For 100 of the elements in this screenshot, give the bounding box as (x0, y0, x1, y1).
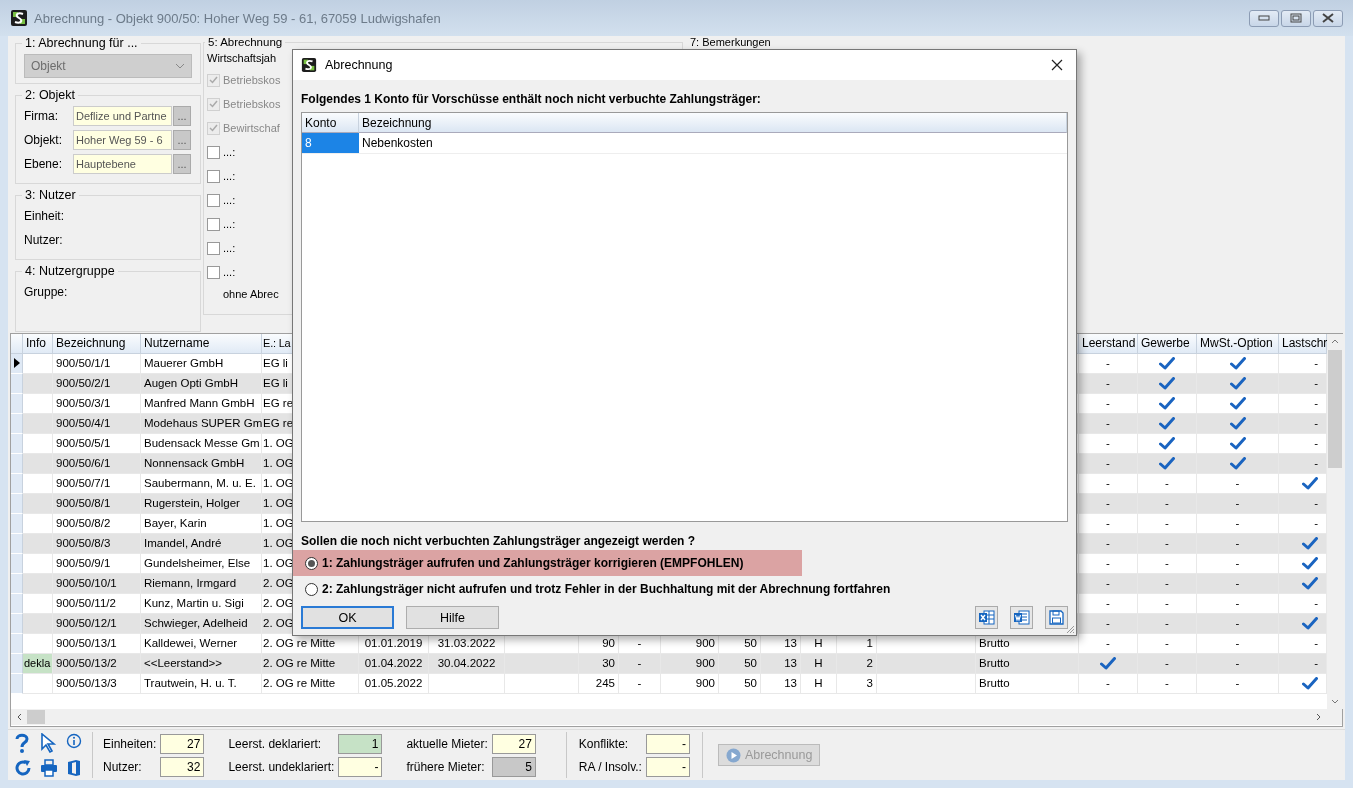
column-header[interactable]: Konto (302, 113, 359, 133)
field-label: Gruppe: (24, 285, 68, 299)
field-label: ohne Abrec (223, 288, 279, 300)
table-cell: - (1314, 377, 1318, 390)
table-cell: Rugerstein, Holger (144, 497, 240, 510)
close-button[interactable] (1313, 9, 1343, 27)
scrollbar[interactable] (11, 709, 1342, 726)
chevron-left-icon[interactable] (16, 713, 22, 722)
table-cell: - (1106, 477, 1110, 490)
table-cell: Schwieger, Adelheid (144, 617, 248, 630)
table-cell: - (1165, 617, 1169, 630)
chevron-up-icon[interactable] (1331, 339, 1339, 345)
table-cell: Brutto (979, 677, 1010, 690)
info-icon[interactable] (66, 733, 82, 750)
checkbox-label: ...: (223, 194, 236, 206)
column-header[interactable]: Bezeichnung (56, 336, 126, 351)
table-cell: 50 (744, 637, 757, 650)
column-header[interactable]: Gewerbe (1141, 336, 1190, 351)
input-field[interactable]: Deflize und Partne (73, 106, 172, 126)
save-icon (1049, 610, 1064, 625)
save-button[interactable] (1045, 606, 1068, 629)
dialog-button[interactable]: Hilfe (406, 606, 499, 629)
column-header[interactable]: Leerstand (1082, 336, 1136, 351)
table-cell: - (1235, 497, 1240, 510)
printer-icon[interactable] (40, 759, 58, 778)
checkbox[interactable] (207, 145, 220, 159)
checkbox-label: Betriebskos (223, 98, 281, 110)
group-title: 7: Bemerkungen (690, 36, 771, 48)
table-cell: - (1235, 477, 1240, 490)
document-icon[interactable] (66, 759, 82, 778)
table-cell: - (1235, 657, 1240, 670)
document-export-button[interactable] (1010, 606, 1033, 629)
table-cell: 900/50/13/1 (56, 637, 117, 650)
row-header[interactable] (11, 353, 23, 374)
column-header[interactable]: MwSt.-Option (1200, 336, 1273, 351)
table-cell: 900/50/8/3 (56, 537, 111, 550)
checkbox[interactable] (207, 217, 220, 231)
spreadsheet-export-button[interactable] (975, 606, 998, 629)
help-icon[interactable] (14, 733, 30, 754)
browse-button[interactable]: ... (173, 154, 191, 174)
input-field[interactable]: Hauptebene (73, 154, 172, 174)
list-cell[interactable]: 8 (302, 133, 359, 154)
column-header[interactable]: E.: La (263, 337, 291, 350)
table-cell: - (1106, 637, 1110, 650)
table-cell: 900/50/8/1 (56, 497, 111, 510)
table-cell: - (1314, 497, 1318, 510)
table-cell: 900/50/13/2 (56, 657, 117, 670)
table-cell: 2 (866, 657, 873, 670)
checkbox[interactable] (207, 265, 220, 279)
table-cell: 50 (744, 677, 757, 690)
table-cell: - (1235, 537, 1240, 550)
checkbox[interactable] (207, 193, 220, 207)
checkbox-label: ...: (223, 170, 236, 182)
table-cell: 245 (595, 677, 615, 690)
table-row[interactable]: dekla 900/50/13/2 <<Leerstand>> 2. OG re Mitte 01.04.2022 30.04.2022 30 - 900 50 13 H 2 Brutto - - - (11, 653, 1327, 674)
table-cell: - (1106, 417, 1110, 430)
table-cell: 01.01.2019 (364, 637, 423, 650)
table-cell: 900/50/3/1 (56, 397, 111, 410)
browse-button[interactable]: ... (173, 106, 191, 126)
input-field[interactable]: Hoher Weg 59 - 6 (73, 130, 172, 150)
checkbox[interactable] (207, 241, 220, 255)
table-row[interactable]: 900/50/13/3 Trautwein, H. u. T. 2. OG re Mitte 01.05.2022 245 - 900 50 13 H 3 Brutto - - - (11, 673, 1327, 694)
table-cell: - (1314, 597, 1318, 610)
chevron-down-icon[interactable] (1331, 698, 1339, 704)
field-label: Nutzer: (24, 233, 63, 247)
table-cell: 2. OG re Mitte (263, 657, 336, 670)
refresh-icon[interactable] (14, 759, 32, 778)
table-cell: - (1106, 577, 1110, 590)
list-cell[interactable]: Nebenkosten (359, 133, 1067, 154)
column-header[interactable]: Nutzername (144, 336, 210, 351)
chevron-right-icon[interactable] (1315, 713, 1321, 722)
scrollbar[interactable] (1327, 333, 1343, 710)
table-cell: - (1165, 477, 1169, 490)
radio-option[interactable]: 1: Zahlungsträger aufrufen und Zahlungsträger korrigieren (EMPFOHLEN) (293, 550, 802, 576)
table-cell: - (1314, 417, 1318, 430)
field-label: Wirtschaftsjah (207, 52, 277, 64)
table-cell: - (1106, 357, 1110, 370)
group-title: 4: Nutzergruppe (24, 264, 116, 278)
table-cell: - (1106, 397, 1110, 410)
minimize-button[interactable] (1249, 9, 1279, 27)
scroll-thumb[interactable] (27, 710, 45, 725)
table-cell: - (1314, 437, 1318, 450)
column-header[interactable]: Info (26, 336, 46, 351)
resize-grip-icon[interactable] (1065, 624, 1075, 634)
table-cell: H (814, 637, 823, 650)
dialog-button[interactable]: OK (301, 606, 394, 629)
table-cell: 13 (784, 677, 797, 690)
table-cell: - (1314, 637, 1318, 650)
table-cell: - (637, 637, 642, 650)
scroll-thumb[interactable] (1328, 349, 1342, 468)
table-cell: - (1106, 557, 1110, 570)
cursor-icon[interactable] (40, 733, 58, 754)
checkbox[interactable] (207, 169, 220, 183)
table-cell: - (1235, 637, 1240, 650)
table-cell: - (1235, 517, 1240, 530)
table-cell: 900 (695, 677, 715, 690)
column-header[interactable]: Bezeichnung (359, 113, 1067, 133)
browse-button[interactable]: ... (173, 130, 191, 150)
table-cell: - (1235, 597, 1240, 610)
column-header[interactable]: Lastschr (1282, 336, 1328, 351)
